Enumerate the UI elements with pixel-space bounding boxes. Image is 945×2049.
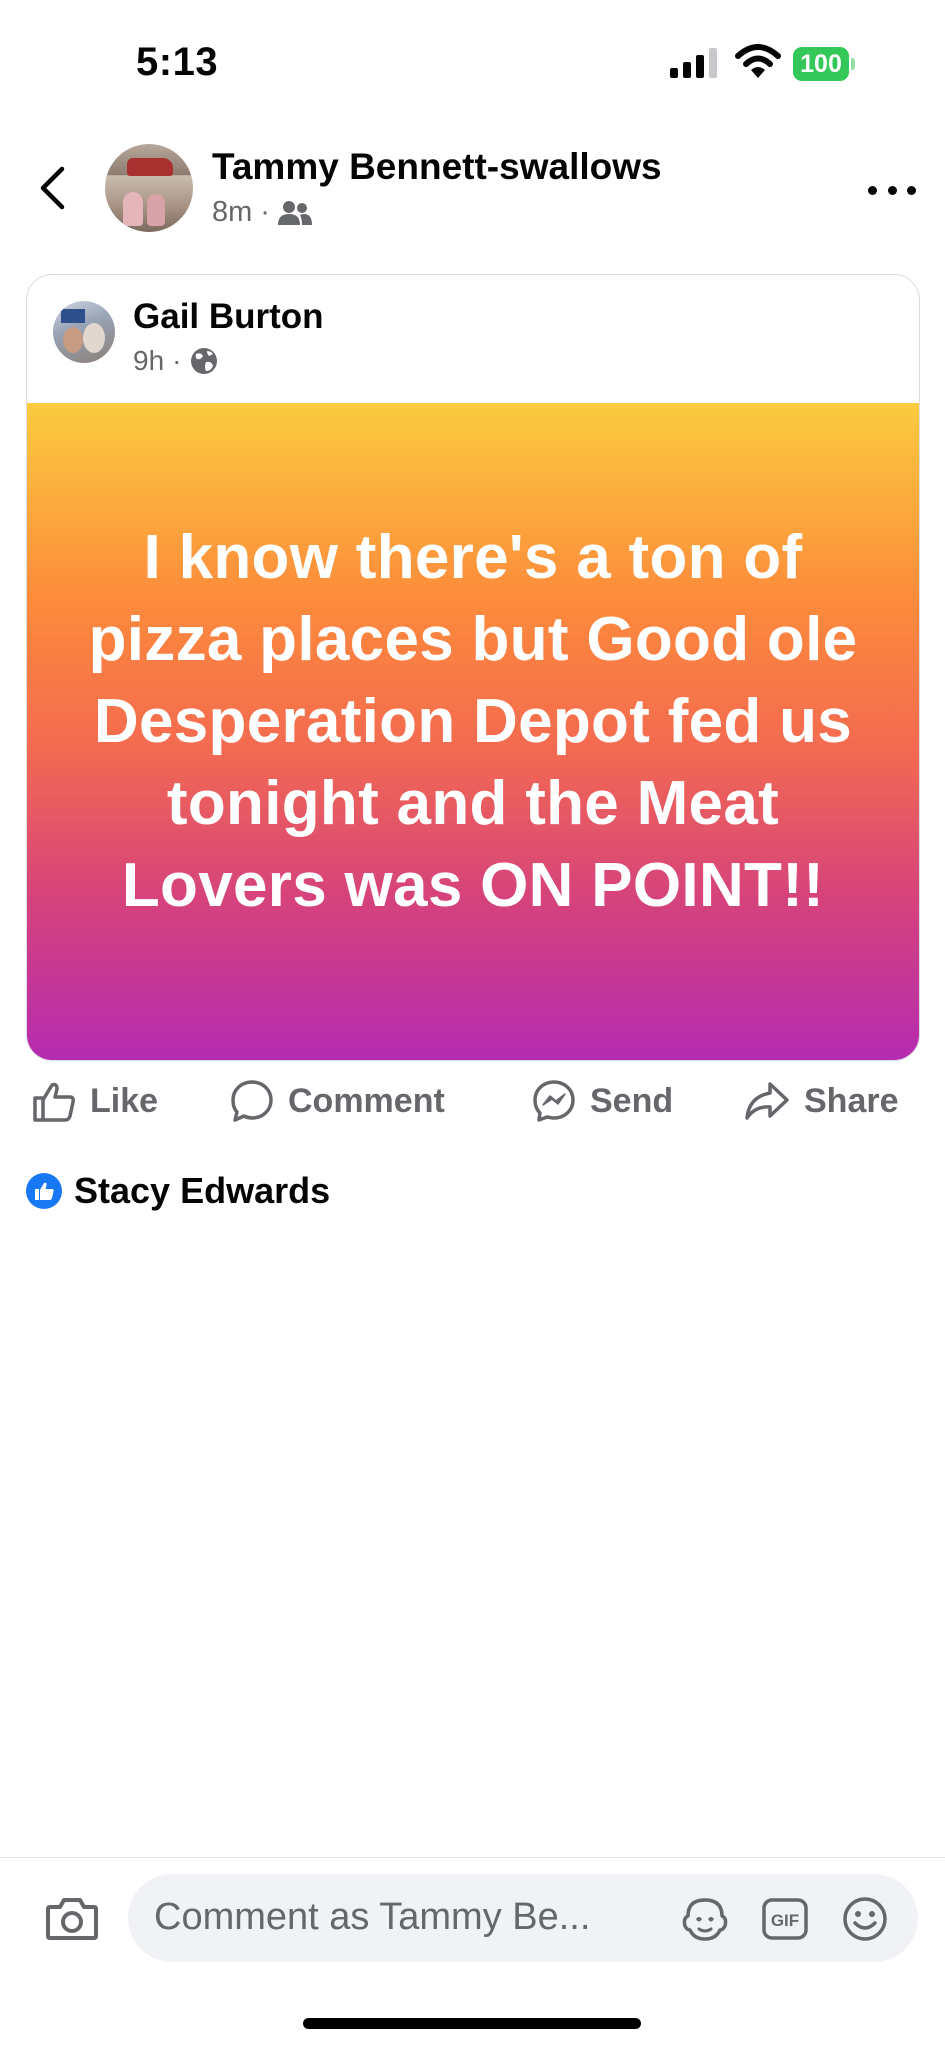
like-reaction-icon <box>26 1173 62 1209</box>
friends-icon <box>277 200 312 225</box>
shared-post-meta: 9h · <box>133 345 219 377</box>
post-text-background: I know there's a ton of pizza places but… <box>27 403 919 1060</box>
shared-post-card[interactable]: Gail Burton 9h · I know there's a ton of… <box>26 274 920 1061</box>
avatar-sticker-button[interactable] <box>680 1894 730 1944</box>
battery-level: 100 <box>793 47 849 81</box>
status-time: 5:13 <box>136 40 219 84</box>
reactor-name: Stacy Edwards <box>74 1170 331 1211</box>
smiley-icon <box>843 1897 887 1941</box>
chevron-left-icon <box>40 166 65 210</box>
more-options-button[interactable] <box>868 180 916 200</box>
meta-separator: · <box>260 196 270 228</box>
send-button[interactable]: Send <box>532 1070 673 1132</box>
comment-placeholder: Comment as Tammy Be... <box>154 1896 591 1938</box>
reactions-summary[interactable]: Stacy Edwards <box>26 1167 330 1215</box>
share-label: Share <box>804 1081 899 1120</box>
wifi-icon <box>735 44 781 78</box>
camera-icon <box>46 1898 98 1940</box>
messenger-icon <box>533 1080 575 1122</box>
comment-composer: Comment as Tammy Be... GIF <box>0 1857 945 2049</box>
meta-separator: · <box>172 345 182 376</box>
comment-input[interactable]: Comment as Tammy Be... GIF <box>128 1874 918 1962</box>
home-indicator <box>303 2018 641 2029</box>
gif-icon: GIF <box>762 1898 808 1940</box>
post-header: Tammy Bennett-swallows 8m · <box>0 130 945 250</box>
like-button[interactable]: Like <box>32 1070 158 1132</box>
comment-bubble-icon <box>231 1080 273 1122</box>
post-timestamp: 8m <box>212 196 253 228</box>
shared-post-timestamp: 9h <box>133 345 165 376</box>
emoji-button[interactable] <box>840 1894 890 1944</box>
shared-author-avatar[interactable] <box>53 301 115 363</box>
gif-button[interactable]: GIF <box>760 1894 810 1944</box>
author-name[interactable]: Tammy Bennett-swallows <box>212 146 662 188</box>
back-button[interactable] <box>30 160 74 216</box>
camera-button[interactable] <box>44 1890 100 1946</box>
shared-post-header: Gail Burton 9h · <box>27 275 919 403</box>
globe-icon <box>191 348 218 374</box>
svg-text:GIF: GIF <box>771 1911 799 1930</box>
cellular-signal-icon <box>670 48 717 78</box>
avatar-sticker-icon <box>682 1898 728 1941</box>
status-bar: 5:13 100 <box>0 0 945 120</box>
post-actions-bar: Like Comment Send Share <box>0 1070 945 1132</box>
post-meta: 8m · <box>212 196 312 229</box>
post-text: I know there's a ton of pizza places but… <box>88 522 858 920</box>
author-avatar[interactable] <box>105 144 193 232</box>
shared-author-name[interactable]: Gail Burton <box>133 297 324 337</box>
comment-label: Comment <box>288 1081 445 1120</box>
thumbs-up-icon <box>33 1082 75 1122</box>
like-label: Like <box>90 1081 159 1120</box>
battery-icon: 100 <box>793 47 855 81</box>
send-label: Send <box>590 1081 674 1120</box>
comment-button[interactable]: Comment <box>230 1070 445 1132</box>
share-button[interactable]: Share <box>744 1070 899 1132</box>
share-arrow-icon <box>745 1082 789 1120</box>
